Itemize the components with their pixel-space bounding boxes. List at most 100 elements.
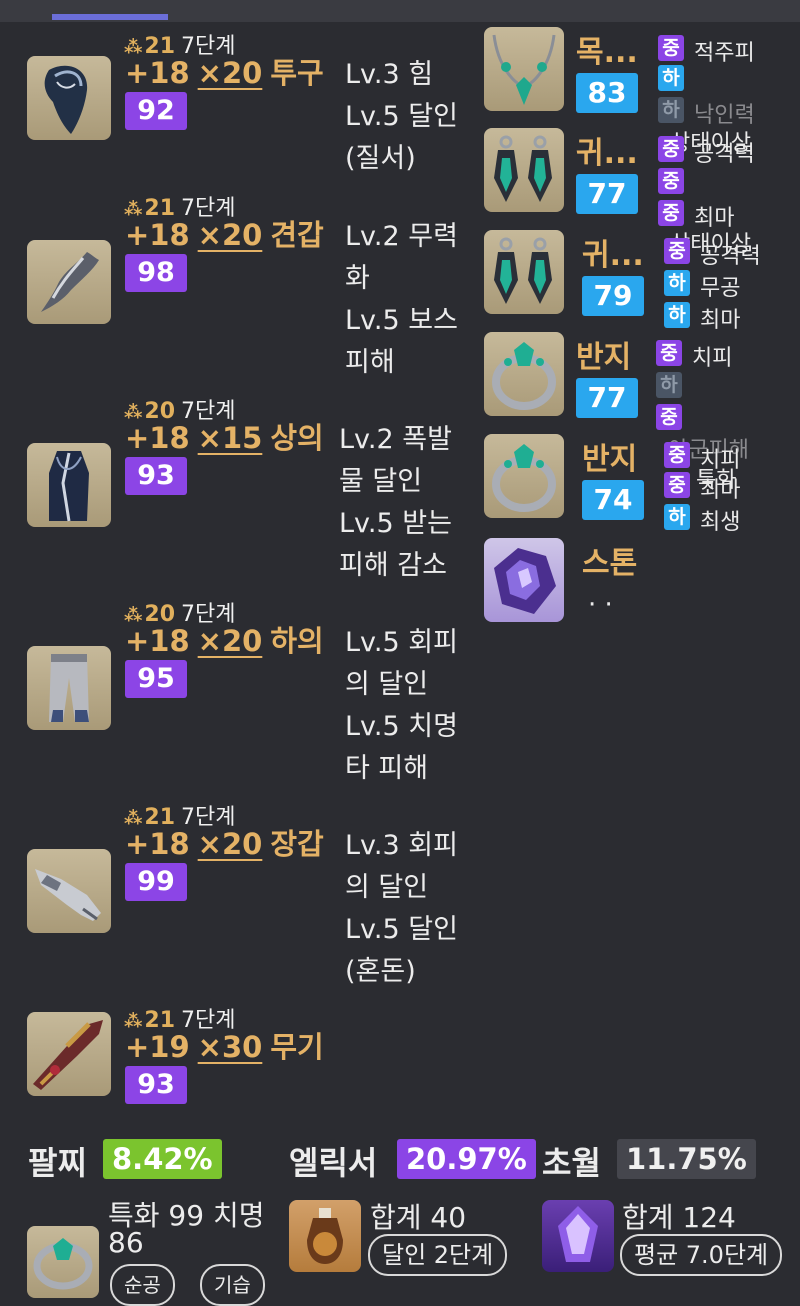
weapon-icon — [27, 1012, 111, 1096]
engraving-line: 타 피해 — [345, 753, 429, 784]
transcend-total: 합계 124 — [622, 1201, 736, 1234]
bracelet-icon — [27, 1226, 99, 1298]
item-name-line: +18 ×20 장갑 — [125, 827, 324, 861]
shoulder-icon — [27, 240, 111, 324]
bracelet-value: 8.42% — [103, 1139, 222, 1179]
accessory-ring-1[interactable]: 반지 77 중 하 중 치피 아군피해 특화 — [484, 332, 800, 493]
quality-badge: 92 — [125, 92, 187, 130]
transcend-value: 11.75% — [617, 1139, 756, 1179]
quality-badge: 77 — [576, 378, 638, 418]
quality-badge: 98 — [125, 254, 187, 292]
engraving-line: 물 달인 — [339, 466, 423, 497]
engraving-list: Lv.3 회피 의 달인 Lv.5 달인 (혼돈) — [345, 825, 473, 993]
option-text: 최생 — [700, 510, 741, 535]
accessory-earring-1[interactable]: 귀... 77 중 중 중 공격력 최마 상태이상 — [484, 128, 800, 257]
grade-tag: 중 — [658, 168, 684, 194]
engraving-line: Lv.5 보스 — [345, 305, 458, 336]
ability-stone[interactable]: 스톤 · · — [484, 538, 800, 638]
quality-badge: 93 — [125, 1066, 187, 1104]
equipment-row-shoulder[interactable]: ⁂21 7단계 +18 ×20 견갑 98 Lv.2 무력 화 Lv.5 보스 피해 — [0, 190, 480, 390]
elixir-total: 합계 40 — [370, 1201, 467, 1234]
quality-badge: 74 — [582, 480, 644, 520]
equipment-row-gloves[interactable]: ⁂21 7단계 +18 ×20 장갑 99 Lv.3 회피 의 달인 Lv.5 달인 … — [0, 799, 480, 999]
bracelet-effect-chip[interactable]: 기습 — [200, 1264, 265, 1306]
ring-icon — [484, 332, 564, 416]
stone-icon — [484, 538, 564, 622]
engraving-list: Lv.5 회피 의 달인 Lv.5 치명 타 피해 — [345, 622, 473, 790]
bracelet-effect-chip[interactable]: 순공 — [110, 1264, 175, 1306]
bracelet-label: 팔찌 — [28, 1144, 87, 1182]
engraving-line: 의 달인 — [345, 872, 429, 903]
stone-dots: · · — [588, 590, 613, 620]
grade-tag: 중 — [658, 200, 684, 226]
bracelet-stats-line-2: 86 — [108, 1226, 144, 1259]
engraving-line: Lv.5 회피 — [345, 627, 458, 658]
engraving-line: Lv.5 치명 — [345, 711, 458, 742]
accessory-earring-2[interactable]: 귀... 79 중 하 하 공격력 무공 최마 — [484, 230, 800, 333]
item-name-line: +19 ×30 무기 — [125, 1030, 324, 1064]
engraving-line: (질서) — [345, 143, 416, 174]
tab-indicator — [52, 14, 168, 20]
grade-tag: 하 — [664, 504, 690, 530]
engraving-line: Lv.5 달인 — [345, 914, 458, 945]
option-text: 무공 — [700, 276, 741, 301]
accessory-name: 목... — [576, 35, 638, 70]
equipment-row-pants[interactable]: ⁂20 7단계 +18 ×20 하의 95 Lv.5 회피 의 달인 Lv.5 치명 … — [0, 596, 480, 796]
transcend-average-chip[interactable]: 평균 7.0단계 — [620, 1234, 783, 1276]
item-name-line: +18 ×15 상의 — [125, 421, 324, 455]
earring-icon — [484, 128, 564, 212]
elixir-value: 20.97% — [397, 1139, 536, 1179]
grade-tag: 중 — [658, 35, 684, 61]
equipment-row-chest[interactable]: ⁂20 7단계 +18 ×15 상의 93 Lv.2 폭발 물 달인 Lv.5 받는 … — [0, 393, 480, 593]
option-text: 치피 — [692, 346, 733, 371]
grade-tag: 중 — [658, 136, 684, 162]
transcend-label: 초월 — [542, 1144, 601, 1182]
engraving-list: Lv.2 폭발 물 달인 Lv.5 받는 피해 감소 — [339, 419, 467, 587]
engraving-line: 피해 감소 — [339, 550, 447, 581]
transcend-icon — [542, 1200, 614, 1272]
quality-badge: 93 — [125, 457, 187, 495]
accessory-name: 귀... — [582, 238, 644, 273]
grade-tag: 중 — [656, 404, 682, 430]
engraving-line: (혼돈) — [345, 956, 416, 987]
option-text: 최마 — [700, 308, 741, 333]
grade-tag: 하 — [656, 372, 682, 398]
top-bar — [0, 0, 800, 22]
earring-icon — [484, 230, 564, 314]
accessory-name: 반지 — [582, 442, 638, 477]
stone-name: 스톤 — [582, 546, 638, 581]
quality-badge: 99 — [125, 863, 187, 901]
grade-tag: 하 — [658, 97, 684, 123]
grade-tag: 하 — [664, 270, 690, 296]
pants-icon — [27, 646, 111, 730]
elixir-icon — [289, 1200, 361, 1272]
quality-badge: 79 — [582, 276, 644, 316]
option-text: 치피 — [700, 448, 741, 473]
elixir-level-chip[interactable]: 달인 2단계 — [368, 1234, 508, 1276]
chest-icon — [27, 443, 111, 527]
engraving-line: Lv.2 폭발 — [339, 424, 452, 455]
engraving-line: Lv.3 힘 — [345, 59, 434, 90]
accessory-ring-2[interactable]: 반지 74 중 중 하 치피 최마 최생 — [484, 434, 800, 535]
elixir-label: 엘릭서 — [289, 1144, 378, 1182]
item-name-line: +18 ×20 투구 — [125, 56, 324, 90]
grade-tag: 중 — [664, 442, 690, 468]
quality-badge: 83 — [576, 73, 638, 113]
quality-badge: 95 — [125, 660, 187, 698]
gloves-icon — [27, 849, 111, 933]
engraving-list: Lv.3 힘 Lv.5 달인 (질서) — [345, 54, 473, 180]
grade-tag: 중 — [664, 472, 690, 498]
item-name-line: +18 ×20 하의 — [125, 624, 324, 658]
option-text: 적주피 — [694, 41, 755, 66]
engraving-line: 피해 — [345, 347, 395, 378]
item-name-line: +18 ×20 견갑 — [125, 218, 324, 252]
engraving-line: Lv.3 회피 — [345, 830, 458, 861]
engraving-line: Lv.2 무력 — [345, 221, 458, 252]
option-text: 공격력 — [700, 244, 761, 269]
accessory-necklace[interactable]: 목... 83 중 하 하 적주피 낙인력 상태이상 — [484, 27, 800, 156]
grade-tag: 하 — [664, 302, 690, 328]
accessory-name: 귀... — [576, 136, 638, 171]
engraving-line: 의 달인 — [345, 669, 429, 700]
ring-icon — [484, 434, 564, 518]
accessory-name: 반지 — [576, 340, 632, 375]
